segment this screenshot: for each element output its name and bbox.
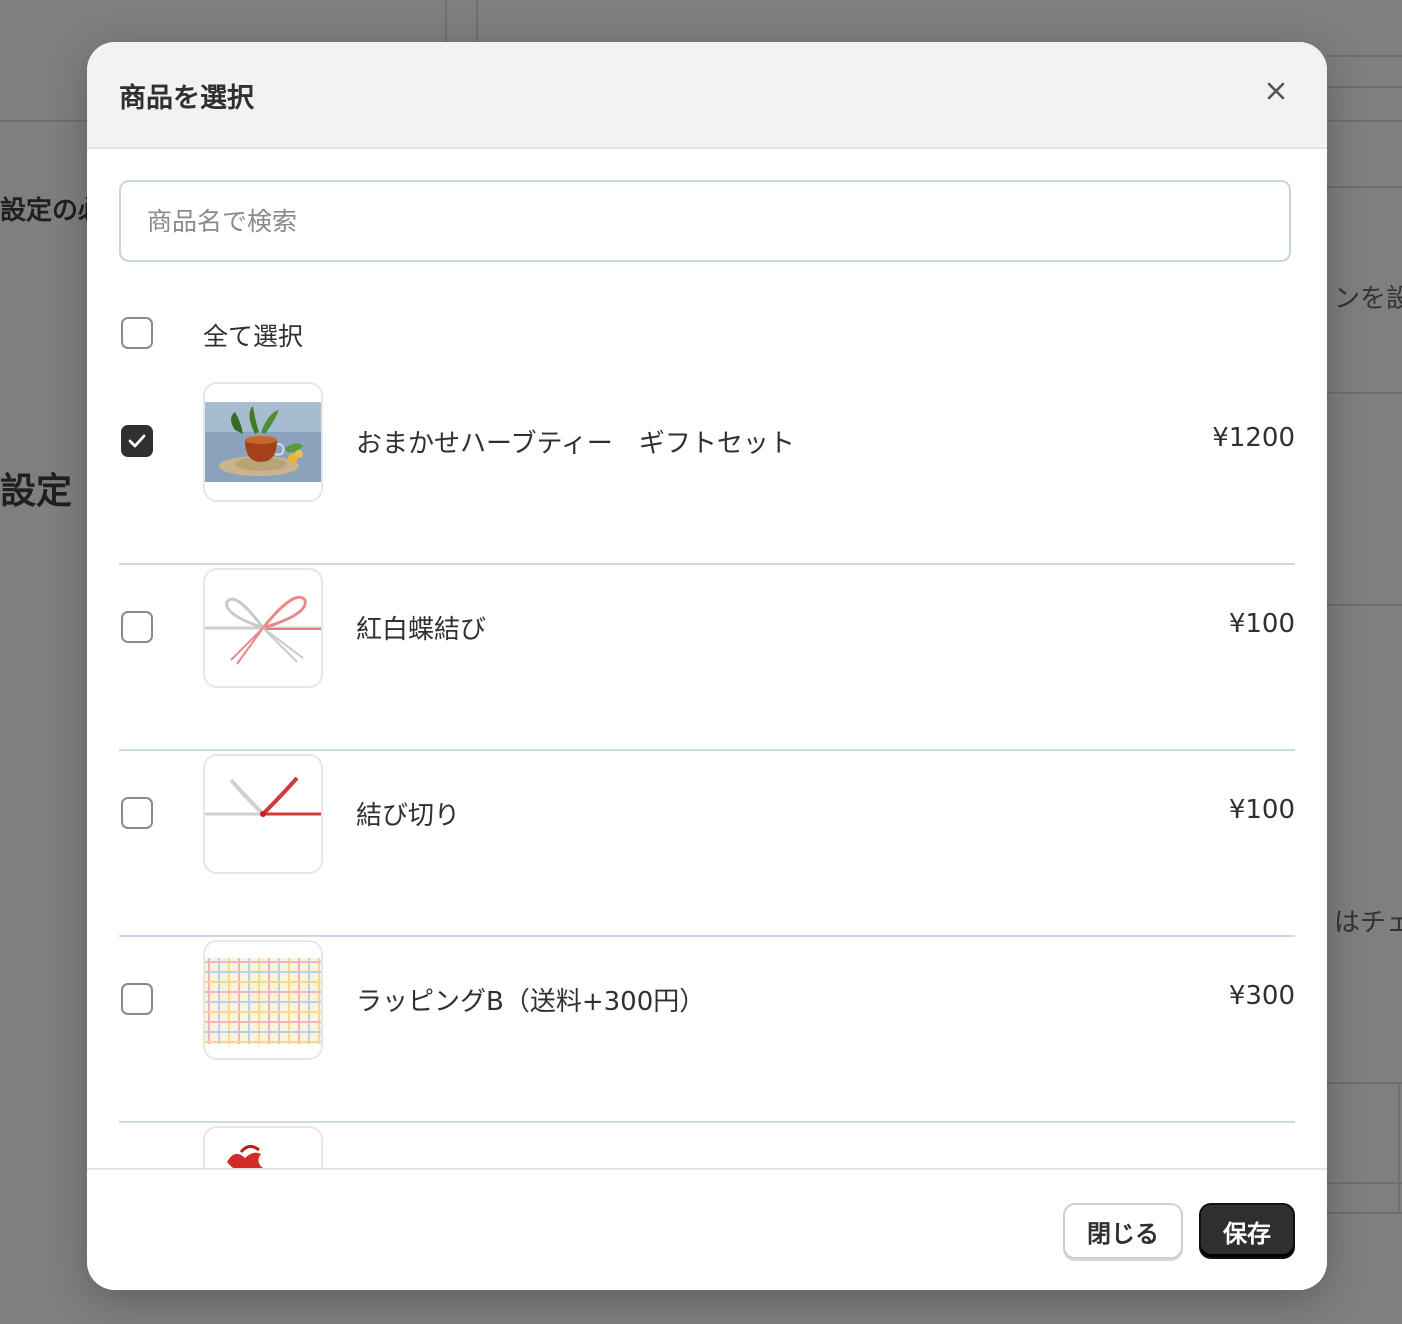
product-list: おまかせハーブティー ギフトセット ¥1200 紅白蝶結び ¥100 結び切り … (119, 379, 1295, 1168)
tied-knot-image (203, 754, 323, 874)
select-all-row[interactable]: 全て選択 (119, 303, 519, 363)
product-name: 紅白蝶結び (356, 615, 487, 645)
bg-text: はチェ (1334, 908, 1402, 938)
plaid-wrapping-image (203, 940, 323, 1060)
product-checkbox[interactable] (121, 983, 153, 1015)
product-select-modal: 商品を選択 全て選択 (87, 42, 1327, 1290)
modal-footer: 閉じる 保存 (87, 1168, 1327, 1290)
select-all-checkbox[interactable] (121, 317, 153, 349)
product-checkbox[interactable] (121, 611, 153, 643)
bg-divider (1327, 392, 1402, 394)
bg-divider (476, 0, 478, 42)
bg-text: ンを設 (1334, 284, 1402, 314)
bg-divider (0, 120, 87, 122)
close-icon[interactable] (1261, 76, 1291, 106)
check-icon (128, 434, 146, 448)
product-name: おまかせハーブティー ギフトセット (356, 429, 795, 459)
herb-tea-image (203, 382, 323, 502)
product-row[interactable]: 紅白蝶結び ¥100 (119, 565, 1295, 751)
product-price: ¥1200 (1212, 423, 1295, 453)
product-price: ¥100 (1228, 795, 1295, 825)
bg-divider (445, 0, 447, 42)
bg-divider (1327, 1182, 1402, 1184)
save-button[interactable]: 保存 (1199, 1203, 1295, 1259)
product-checkbox[interactable] (121, 797, 153, 829)
bg-divider (1327, 55, 1402, 57)
bg-divider (1398, 1082, 1400, 1212)
product-row[interactable]: ラッピングB（送料+300円） ¥300 (119, 937, 1295, 1123)
product-row[interactable]: 結び切り ¥100 (119, 751, 1295, 937)
product-price: ¥300 (1228, 981, 1295, 1011)
product-name: ラッピングB（送料+300円） (356, 987, 706, 1017)
red-ribbon-image (203, 1126, 323, 1168)
bow-knot-image (203, 568, 323, 688)
product-price: ¥100 (1228, 609, 1295, 639)
product-checkbox[interactable] (121, 425, 153, 457)
bg-divider (1327, 186, 1402, 188)
modal-header: 商品を選択 (87, 42, 1327, 149)
select-all-label: 全て選択 (203, 322, 304, 351)
bg-divider (1327, 120, 1402, 122)
bg-divider (1327, 86, 1402, 88)
product-name: 結び切り (356, 801, 461, 831)
bg-divider (1327, 1082, 1402, 1084)
product-row[interactable]: おまかせハーブティー ギフトセット ¥1200 (119, 379, 1295, 565)
modal-title: 商品を選択 (119, 83, 254, 114)
bg-divider (1327, 1212, 1402, 1214)
bg-heading: 設定 (0, 471, 73, 512)
bg-divider (1327, 604, 1402, 606)
modal-body: 全て選択 (87, 149, 1327, 1168)
search-input[interactable] (119, 180, 1291, 262)
close-button[interactable]: 閉じる (1063, 1203, 1183, 1259)
product-row[interactable] (119, 1123, 1295, 1168)
